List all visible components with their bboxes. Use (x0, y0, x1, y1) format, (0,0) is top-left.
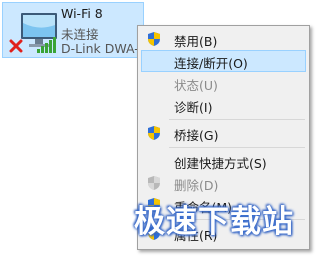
menu-item-create-shortcut[interactable]: 创建快捷方式(S) (141, 150, 306, 172)
network-adapter-tile[interactable]: Wi-Fi 8 未连接 D-Link DWA-1 (2, 2, 144, 58)
menu-item-label: 状态(U) (174, 78, 218, 93)
menu-item-label: 连接/断开(O) (174, 56, 248, 71)
shield-icon (148, 126, 160, 140)
adapter-name: Wi-Fi 8 (61, 6, 103, 21)
menu-item-label: 诊断(I) (174, 100, 213, 115)
menu-item-disable[interactable]: 禁用(B) (141, 28, 306, 50)
watermark-text: 极速下载站 (134, 204, 294, 240)
shield-icon (148, 176, 160, 190)
adapter-device-name: D-Link DWA-1 (61, 41, 143, 56)
menu-separator (169, 147, 305, 148)
menu-item-label: 禁用(B) (174, 34, 218, 49)
menu-item-delete[interactable]: 删除(D) (141, 172, 306, 194)
menu-separator (169, 119, 305, 120)
menu-item-status[interactable]: 状态(U) (141, 72, 306, 94)
menu-item-diagnose[interactable]: 诊断(I) (141, 94, 306, 116)
menu-item-connect-disconnect[interactable]: 连接/断开(O) (141, 50, 306, 72)
disconnected-x-icon (9, 39, 23, 53)
shield-icon (148, 32, 160, 46)
menu-item-label: 创建快捷方式(S) (174, 156, 267, 171)
menu-item-label: 桥接(G) (174, 128, 219, 143)
menu-item-label: 删除(D) (174, 178, 219, 193)
menu-item-bridge[interactable]: 桥接(G) (141, 122, 306, 144)
